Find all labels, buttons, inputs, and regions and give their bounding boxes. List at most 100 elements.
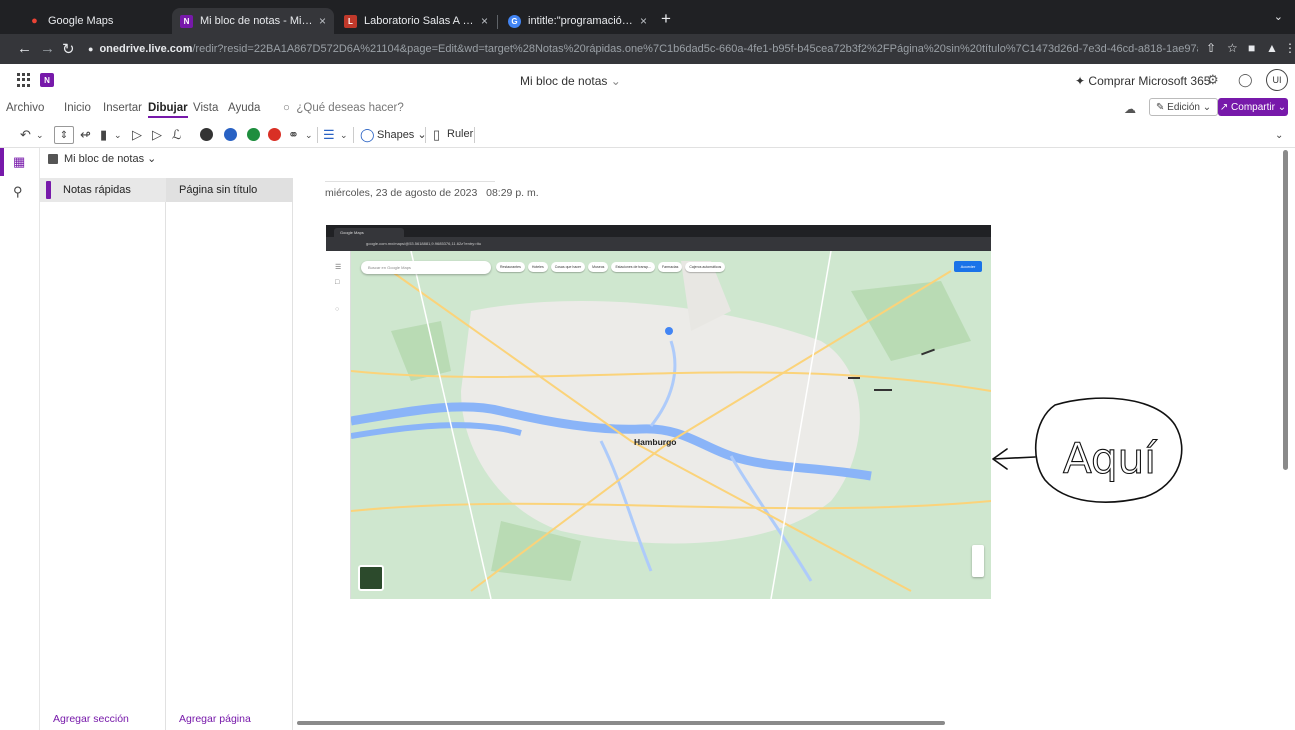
pen-color-green[interactable] [247, 128, 260, 141]
embedded-map-screenshot[interactable]: Google Maps google.com.mx/maps/@53.56188… [326, 225, 991, 599]
bookmark-star-icon[interactable]: ☆ [1227, 41, 1238, 55]
add-pen-icon[interactable]: ⚭ [288, 126, 299, 144]
notebook-picker[interactable]: Mi bloc de notas ⌄ [48, 152, 156, 165]
embedded-search-box: Buscar en Google Maps [361, 261, 491, 274]
type-select-tool-icon[interactable]: ⇕ [54, 126, 74, 144]
ruler-icon[interactable]: ▯ [433, 126, 440, 144]
cloud-sync-icon[interactable]: ☁ [1124, 102, 1136, 116]
chevron-down-icon[interactable]: ⌄ [305, 126, 313, 144]
highlighter-icon[interactable]: ▷ [152, 126, 162, 144]
app-launcher-icon[interactable] [17, 73, 31, 87]
chevron-down-icon[interactable]: ⌄ [36, 126, 44, 144]
avatar[interactable]: UI [1266, 69, 1288, 91]
browser-address-bar: ← → ↻ ● onedrive.live.com/redir?resid=22… [0, 34, 1295, 64]
close-tab-icon[interactable]: × [640, 14, 647, 28]
pen-color-red[interactable] [268, 128, 281, 141]
page-item-untitled[interactable]: Página sin título [166, 178, 293, 202]
tab-ayuda[interactable]: Ayuda [228, 102, 260, 114]
lasso-select-icon[interactable]: ↫ [80, 126, 91, 144]
ribbon-tab-bar: Archivo Inicio Insertar Dibujar Vista Ay… [0, 96, 1295, 122]
tell-me-search[interactable]: ○ ¿Qué deseas hacer? [283, 102, 404, 114]
pencil-icon: ✎ [1156, 101, 1165, 113]
chip: Restaurantes [496, 262, 525, 272]
section-item-notas-rapidas[interactable]: Notas rápidas [40, 178, 166, 202]
maps-pin-icon: ● [31, 15, 38, 27]
shapes-icon[interactable]: ◯ [360, 126, 375, 144]
embedded-category-chips: Restaurantes Hoteles Cosas que hacer Mus… [496, 262, 726, 272]
chevron-down-icon: ⌄ [1202, 101, 1212, 113]
toolbar-separator [353, 127, 354, 143]
share-button[interactable]: ↗ Compartir ⌄ [1218, 98, 1288, 116]
close-tab-icon[interactable]: × [319, 14, 326, 28]
add-section-link[interactable]: Agregar sección [53, 713, 129, 725]
buy-microsoft365-link[interactable]: ✦ Comprar Microsoft 365 [1075, 74, 1210, 88]
eraser-icon[interactable]: ▮ [100, 126, 107, 144]
close-tab-icon[interactable]: × [481, 14, 488, 28]
title-underline [325, 181, 495, 182]
reload-icon[interactable]: ↻ [62, 40, 75, 58]
chevron-down-icon[interactable]: ⌄ [1274, 10, 1283, 23]
search-icon[interactable]: ⚲ [13, 184, 23, 200]
pen-color-blue[interactable] [224, 128, 237, 141]
ruler-button[interactable]: Ruler [447, 128, 473, 140]
onenote-icon: N [180, 14, 193, 28]
share-page-icon[interactable]: ⇧ [1206, 41, 1216, 55]
chevron-down-icon[interactable]: ⌄ [340, 126, 348, 144]
saved-icon: □ [335, 279, 340, 286]
onenote-header: N Mi bloc de notas ⌄ ✦ Comprar Microsoft… [0, 64, 1295, 96]
lightbulb-icon: ○ [283, 102, 290, 114]
menu-kebab-icon[interactable]: ⋮ [1284, 41, 1295, 55]
undo-icon[interactable]: ↶ [20, 126, 31, 144]
lock-icon: ● [88, 44, 94, 54]
pen-color-black[interactable] [200, 128, 213, 141]
horizontal-scrollbar[interactable] [297, 721, 945, 725]
chevron-down-icon: ⌄ [147, 153, 157, 165]
recent-icon: ○ [335, 306, 340, 313]
lab-icon: L [344, 14, 357, 28]
tab-google-maps[interactable]: ● Google Maps × [20, 8, 190, 34]
tab-dibujar[interactable]: Dibujar [148, 102, 188, 118]
chevron-down-icon[interactable]: ⌄ [1275, 126, 1283, 144]
handwritten-annotation[interactable]: Aquí [985, 385, 1195, 510]
ink-arrow [992, 448, 1036, 470]
tab-vista[interactable]: Vista [193, 102, 218, 114]
ink-text: Aquí [1063, 434, 1157, 483]
pen-icon[interactable]: ▷ [132, 126, 142, 144]
tab-search[interactable]: G intitle:"programación en c" inte × [500, 8, 655, 34]
toolbar-separator [317, 127, 318, 143]
tab-inicio[interactable]: Inicio [64, 102, 91, 114]
sections-pane: Notas rápidas [40, 178, 166, 730]
notifications-bell-icon[interactable]: ◯ [1238, 72, 1253, 88]
add-page-link[interactable]: Agregar página [179, 713, 251, 725]
line-weight-icon[interactable]: ☰ [323, 126, 335, 144]
chevron-down-icon[interactable]: ⌄ [114, 126, 122, 144]
left-rail: ▦ ⚲ [0, 148, 40, 730]
chip: Cosas que hacer [550, 262, 586, 272]
tab-archivo[interactable]: Archivo [6, 102, 44, 114]
profile-icon[interactable]: ▲ [1266, 41, 1278, 55]
tab-onenote[interactable]: N Mi bloc de notas - Microsoft On × [172, 8, 334, 34]
tab-separator [497, 15, 498, 29]
shapes-button[interactable]: Shapes ⌄ [377, 128, 427, 141]
tab-insertar[interactable]: Insertar [103, 102, 142, 114]
chip: Farmacias [658, 262, 683, 272]
sidepanel-icon[interactable]: ■ [1248, 41, 1255, 55]
page-datetime: miércoles, 23 de agosto de 2023 08:29 p.… [325, 187, 539, 199]
vertical-scrollbar[interactable] [1283, 150, 1288, 470]
settings-gear-icon[interactable]: ⚙ [1207, 72, 1219, 88]
url-field[interactable]: ● onedrive.live.com/redir?resid=22BA1A86… [88, 38, 1198, 60]
embedded-layers-button [358, 565, 384, 591]
embedded-map-image [351, 251, 991, 599]
forward-arrow-icon[interactable]: → [40, 40, 55, 57]
share-icon: ↗ [1219, 101, 1229, 113]
tab-laboratorio[interactable]: L Laboratorio Salas A y B × [336, 8, 496, 34]
back-arrow-icon[interactable]: ← [17, 40, 32, 57]
menu-icon: ☰ [335, 264, 342, 271]
new-tab-icon[interactable]: + [661, 9, 671, 29]
editing-mode-dropdown[interactable]: ✎ Edición ⌄ [1149, 98, 1219, 116]
browser-tab-bar: ● Google Maps × N Mi bloc de notas - Mic… [0, 0, 1295, 34]
ink-to-shape-icon[interactable]: ℒ [172, 126, 181, 144]
toolbar-separator [474, 127, 475, 143]
notebooks-icon[interactable]: ▦ [13, 154, 25, 170]
notebook-title[interactable]: Mi bloc de notas ⌄ [520, 74, 621, 88]
